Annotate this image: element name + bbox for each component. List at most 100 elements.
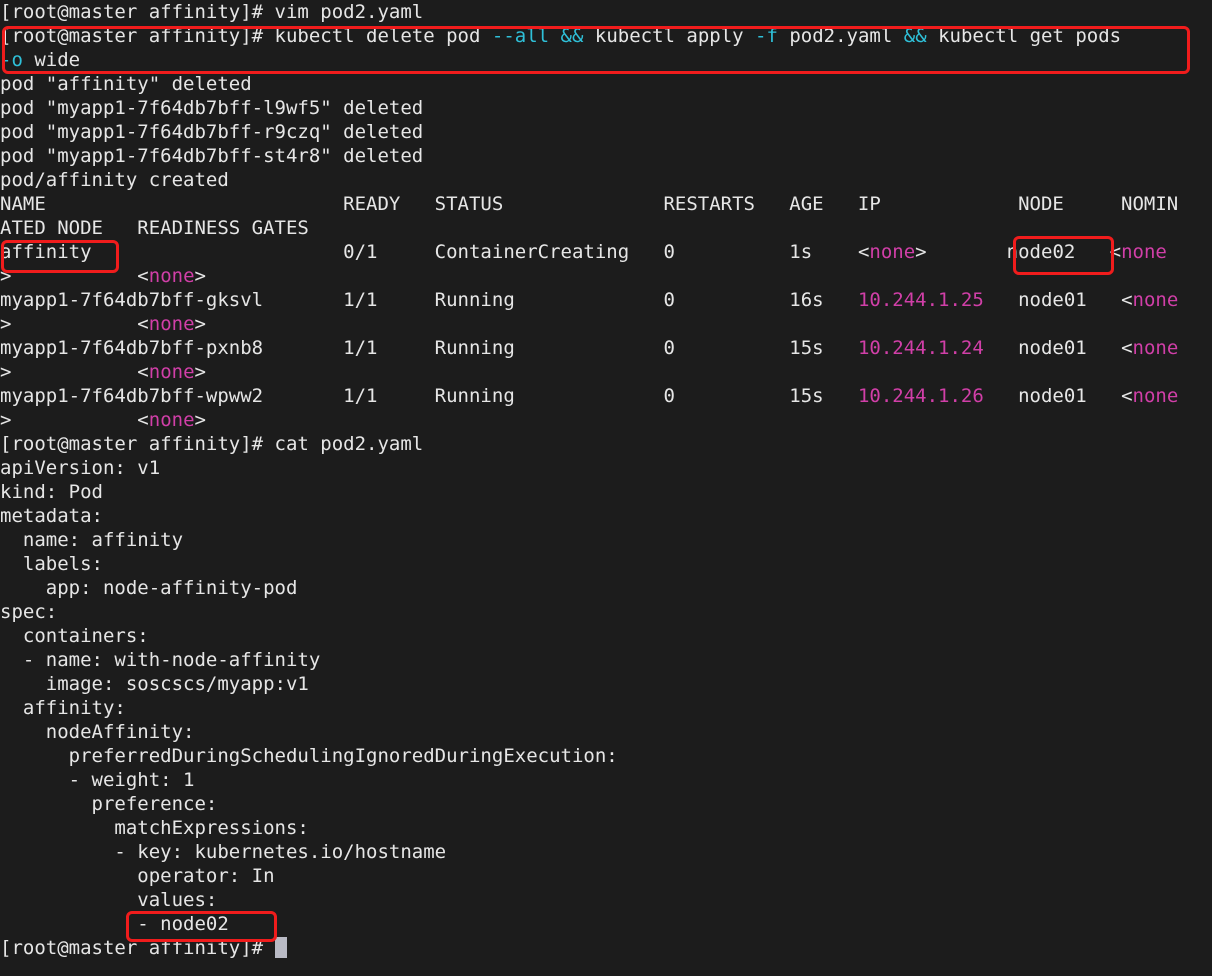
terminal-text: && [560,25,584,47]
terminal-text: > [194,265,206,287]
terminal-text: none [148,313,195,335]
terminal-line: -o wide [0,48,1212,72]
terminal-text: pod "myapp1-7f64db7bff-l9wf5" deleted [0,97,424,119]
terminal-text: 10.244.1.25 [857,289,984,311]
terminal-text: preferredDuringSchedulingIgnoredDuringEx… [0,745,618,767]
terminal-line: > <none> [0,312,1212,336]
terminal-line: - name: with-node-affinity [0,648,1212,672]
terminal-text: none [1121,241,1167,263]
terminal-text: pod2.yaml [777,25,904,47]
terminal-text: values: [0,889,218,911]
terminal-line: values: [0,888,1212,912]
terminal-text: > [0,265,12,287]
terminal-text: none [1132,337,1179,359]
terminal-line: preference: [0,792,1212,816]
terminal-text: matchExpressions: [0,817,309,839]
terminal-text: wide [22,49,81,71]
terminal-text: [root@master affinity]# cat pod2.yaml [0,433,424,455]
terminal-text: pod "myapp1-7f64db7bff-r9czq" deleted [0,121,424,143]
terminal-line: nodeAffinity: [0,720,1212,744]
terminal-text: pod/affinity created [0,169,229,191]
terminal-text: [root@master affinity]# vim pod2.yaml [0,1,424,23]
terminal-output: [root@master affinity]# vim pod2.yaml [ro… [0,0,1212,960]
terminal-window[interactable]: [root@master affinity]# vim pod2.yaml [ro… [0,0,1212,976]
terminal-text: > [194,313,206,335]
terminal-line: app: node-affinity-pod [0,576,1212,600]
terminal-line: containers: [0,624,1212,648]
terminal-text: && [903,25,927,47]
terminal-line: [root@master affinity]# kubectl delete p… [0,24,1212,48]
terminal-text: < [137,265,149,287]
terminal-text: none [1132,385,1179,407]
terminal-text: kind: Pod [0,481,103,503]
terminal-text: < [137,313,149,335]
terminal-text: node01 [983,289,1122,311]
terminal-line: [root@master affinity]# vim pod2.yaml [0,0,1212,24]
terminal-line: NAME READY STATUS RESTARTS AGE IP NODE N… [0,192,1212,216]
terminal-text: operator: In [0,865,275,887]
terminal-text: < [1109,241,1122,263]
terminal-text: - name: with-node-affinity [0,649,321,671]
terminal-text: - weight: 1 [0,769,195,791]
terminal-line: spec: [0,600,1212,624]
terminal-text: > [194,361,206,383]
terminal-text: name: affinity [0,529,184,551]
terminal-text: labels: [0,553,103,575]
terminal-text: none [148,265,195,287]
terminal-text: ATED NODE READINESS GATES [0,217,309,239]
terminal-text: > [194,409,206,431]
terminal-text: preference: [0,793,218,815]
terminal-line: pod "myapp1-7f64db7bff-r9czq" deleted [0,120,1212,144]
terminal-line: - weight: 1 [0,768,1212,792]
terminal-text: kubectl apply [583,25,756,47]
terminal-text: pod "affinity" deleted [0,73,252,95]
terminal-text: > [0,361,12,383]
terminal-line: [root@master affinity]# cat pod2.yaml [0,432,1212,456]
terminal-line: > <none> [0,360,1212,384]
terminal-line: myapp1-7f64db7bff-wpww2 1/1 Running 0 15… [0,384,1212,408]
terminal-line: image: soscscs/myapp:v1 [0,672,1212,696]
terminal-line: preferredDuringSchedulingIgnoredDuringEx… [0,744,1212,768]
terminal-text: nodeAffinity: [0,721,195,743]
terminal-line: [root@master affinity]# [0,936,1212,960]
terminal-text: none [869,241,916,263]
terminal-line: affinity 0/1 ContainerCreating 0 1s <non… [0,240,1212,264]
terminal-line: pod "myapp1-7f64db7bff-l9wf5" deleted [0,96,1212,120]
terminal-text: none [1132,289,1179,311]
terminal-line: kind: Pod [0,480,1212,504]
terminal-text: < [857,241,870,263]
terminal-line: ATED NODE READINESS GATES [0,216,1212,240]
terminal-text: < [1121,385,1133,407]
terminal-text: affinity: [0,697,126,719]
terminal-text: --all [491,25,550,47]
terminal-text: metadata: [0,505,103,527]
terminal-text: none [148,409,195,431]
terminal-text: myapp1-7f64db7bff-gksvl 1/1 Running 0 16… [0,289,858,311]
terminal-line: matchExpressions: [0,816,1212,840]
terminal-text: -f [755,25,778,47]
terminal-text: node01 [983,385,1122,407]
terminal-line: myapp1-7f64db7bff-pxnb8 1/1 Running 0 15… [0,336,1212,360]
terminal-line: labels: [0,552,1212,576]
terminal-line: affinity: [0,696,1212,720]
terminal-line: > <none> [0,408,1212,432]
terminal-text: < [137,409,149,431]
terminal-line: pod/affinity created [0,168,1212,192]
terminal-line: - key: kubernetes.io/hostname [0,840,1212,864]
terminal-text: kubectl get pods [926,25,1122,47]
terminal-text: < [137,361,149,383]
terminal-text: [root@master affinity]# [0,937,275,959]
terminal-text: > [0,409,12,431]
terminal-text: -o [0,49,23,71]
terminal-line: pod "myapp1-7f64db7bff-st4r8" deleted [0,144,1212,168]
terminal-line: pod "affinity" deleted [0,72,1212,96]
terminal-text: > [0,313,12,335]
terminal-text: affinity 0/1 ContainerCreating 0 1s [0,241,858,263]
terminal-line: apiVersion: v1 [0,456,1212,480]
terminal-line: > <none> [0,264,1212,288]
terminal-text: - node02 [0,913,229,935]
terminal-line: myapp1-7f64db7bff-gksvl 1/1 Running 0 16… [0,288,1212,312]
terminal-text: image: soscscs/myapp:v1 [0,673,309,695]
